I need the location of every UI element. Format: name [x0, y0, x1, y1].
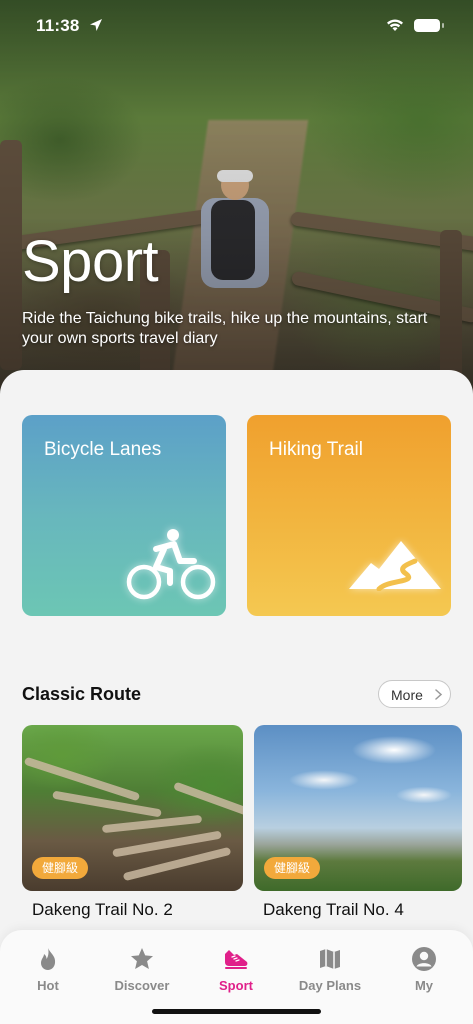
flame-icon [41, 948, 56, 970]
tab-sport[interactable]: Sport [191, 946, 281, 993]
location-arrow-icon [90, 19, 102, 31]
more-button[interactable]: More [378, 680, 451, 708]
difficulty-badge: 健腳級 [32, 857, 89, 879]
tab-label: Hot [37, 978, 59, 993]
tab-my[interactable]: My [379, 946, 469, 993]
chevron-right-icon [435, 689, 443, 700]
bicycle-icon [126, 529, 216, 600]
category-label: Hiking Trail [269, 439, 363, 460]
difficulty-badge: 健腳級 [264, 857, 321, 879]
tab-discover[interactable]: Discover [97, 946, 187, 993]
star-icon [131, 948, 153, 969]
category-label: Bicycle Lanes [44, 439, 162, 460]
battery-icon [414, 19, 444, 32]
route-name[interactable]: Dakeng Trail No. 4 [263, 900, 404, 920]
page-subtitle: Ride the Taichung bike trails, hike up t… [22, 310, 428, 347]
status-time: 11:38 [36, 16, 80, 35]
route-name[interactable]: Dakeng Trail No. 2 [32, 900, 173, 920]
tab-label: Discover [114, 978, 170, 993]
tab-label: My [414, 978, 434, 993]
page-title: Sport [22, 229, 159, 294]
tab-day-plans[interactable]: Day Plans [285, 946, 375, 993]
tab-hot[interactable]: Hot [3, 946, 93, 993]
tab-label: Day Plans [298, 978, 362, 993]
profile-icon [412, 947, 436, 971]
category-card-hiking-trail[interactable]: Hiking Trail [247, 415, 451, 616]
sneaker-icon [225, 950, 248, 969]
route-card[interactable]: 健腳級 [254, 725, 462, 891]
tab-label: Sport [219, 978, 253, 993]
map-icon [320, 949, 340, 969]
route-card[interactable]: 健腳級 [22, 725, 243, 891]
home-indicator [152, 1009, 321, 1014]
status-bar: 11:38 [0, 0, 473, 50]
section-title-classic-route: Classic Route [22, 684, 142, 704]
more-label: More [391, 687, 423, 703]
mountain-trail-icon [349, 541, 441, 591]
wifi-icon [387, 19, 403, 31]
category-card-bicycle-lanes[interactable]: Bicycle Lanes [22, 415, 226, 616]
